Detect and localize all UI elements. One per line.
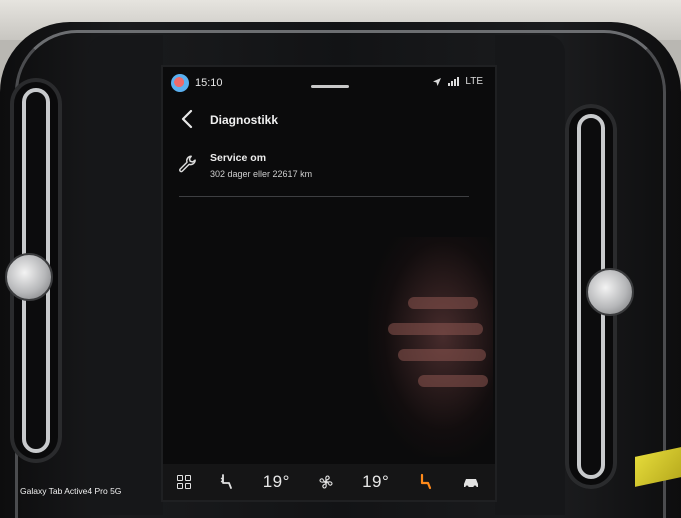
passenger-seat-button[interactable] <box>416 467 434 497</box>
list-divider <box>179 196 469 197</box>
service-title: Service om <box>210 152 267 164</box>
passenger-temperature[interactable]: 19° <box>362 467 389 497</box>
navigation-arrow-icon <box>433 77 442 86</box>
left-screen-pillar <box>88 35 163 515</box>
service-list-item[interactable]: Service om 302 dager eller 22617 km <box>163 147 495 195</box>
seat-heat-active-icon <box>421 473 432 490</box>
clock: 15:10 <box>195 77 223 89</box>
device-watermark: Galaxy Tab Active4 Pro 5G <box>20 486 122 496</box>
right-screen-pillar <box>495 35 565 515</box>
network-type: LTE <box>465 76 483 87</box>
profile-avatar[interactable] <box>171 74 189 92</box>
signal-icon <box>448 77 460 86</box>
right-vent-knob <box>586 268 634 316</box>
defrost-button[interactable] <box>461 467 481 497</box>
service-detail: 302 dager eller 22617 km <box>210 169 313 179</box>
fan-button[interactable] <box>317 467 335 497</box>
wrench-icon <box>179 155 196 173</box>
climate-bar: 19° 19° <box>163 464 495 500</box>
pull-down-handle[interactable] <box>311 85 349 88</box>
car-defrost-icon <box>464 479 479 489</box>
grid-icon <box>176 475 191 489</box>
infotainment-screen: 15:10 LTE Diagnostikk Service om 302 dag… <box>163 67 495 500</box>
status-icons: LTE <box>432 76 483 87</box>
left-vent-knob <box>5 253 53 301</box>
car-dashboard-photo: 15:10 LTE Diagnostikk Service om 302 dag… <box>0 0 681 518</box>
seat-heat-icon <box>220 474 232 489</box>
home-grid-button[interactable] <box>176 467 191 497</box>
driver-temperature[interactable]: 19° <box>263 467 290 497</box>
hand-reflection <box>368 237 493 457</box>
page-header: Diagnostikk <box>163 101 495 137</box>
back-button[interactable] <box>177 107 199 131</box>
status-bar: 15:10 LTE <box>163 67 495 101</box>
driver-seat-button[interactable] <box>218 467 236 497</box>
fan-icon <box>319 475 333 489</box>
page-title: Diagnostikk <box>210 113 279 127</box>
